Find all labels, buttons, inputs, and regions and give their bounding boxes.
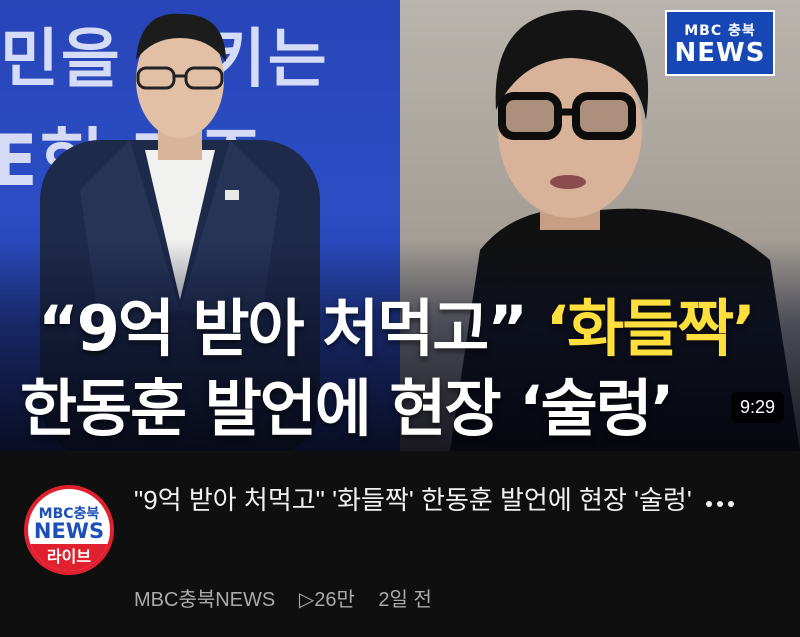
menu-dot: [717, 501, 723, 507]
channel-avatar[interactable]: MBC충북 NEWS 라이브: [24, 485, 114, 575]
mbc-news-logo: MBC 충북 NEWS: [665, 10, 775, 76]
video-meta: MBC충북NEWS ▷26만 2일 전: [134, 583, 450, 612]
thumbnail-headline-line2: 한동훈 발언에 현장 ‘술렁’: [20, 372, 674, 445]
video-thumbnail[interactable]: 민을 키키는 E헌 쟤주 “9억 받아 처먹고: [0, 0, 800, 451]
headline-quote: “9억 받아 처먹고”: [38, 292, 528, 365]
avatar-news-text: NEWS: [33, 519, 105, 543]
more-vert-icon[interactable]: [700, 489, 740, 519]
view-count: ▷26만: [298, 589, 355, 611]
video-card[interactable]: 민을 키키는 E헌 쟤주 “9억 받아 처먹고: [0, 0, 800, 637]
menu-dot: [706, 501, 712, 507]
avatar-live-label: 라이브: [28, 544, 110, 571]
duration-badge: 9:29: [730, 392, 784, 423]
channel-name[interactable]: MBC충북NEWS: [134, 589, 275, 611]
headline-highlight: ‘화들짝’: [545, 292, 756, 365]
video-title[interactable]: "9억 받아 처먹고" '화들짝' 한동훈 발언에 현장 '술렁': [134, 481, 694, 519]
menu-dot: [728, 501, 734, 507]
logo-news-text: NEWS: [674, 38, 766, 68]
video-info: MBC충북 NEWS 라이브 "9억 받아 처먹고" '화들짝' 한동훈 발언에…: [0, 451, 800, 637]
logo-mbc-text: MBC 충북: [684, 23, 756, 39]
upload-age: 2일 전: [378, 589, 432, 611]
thumbnail-headline-line1: “9억 받아 처먹고” ‘화들짝’: [38, 278, 756, 368]
